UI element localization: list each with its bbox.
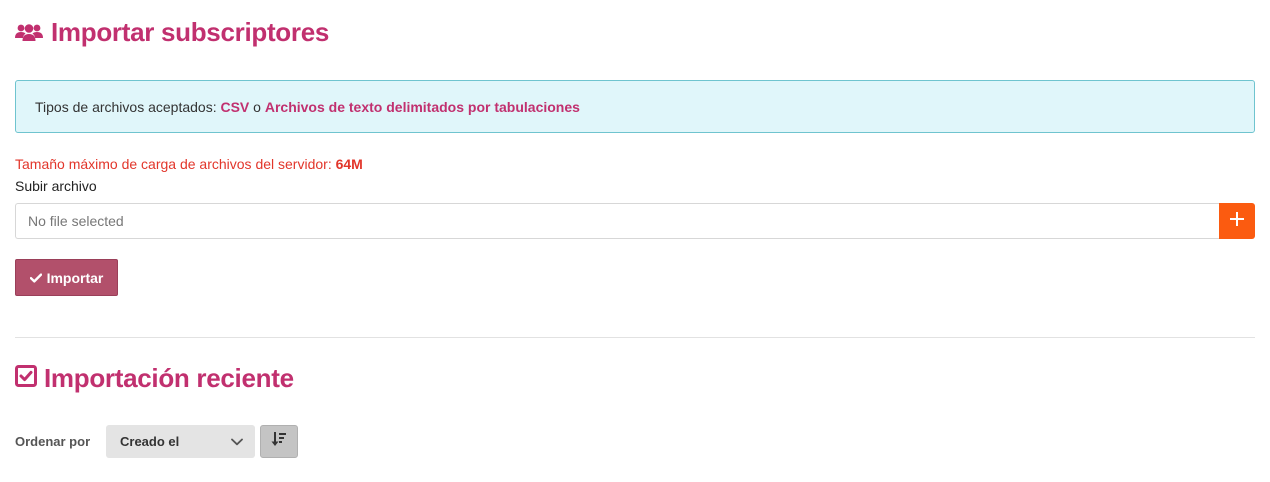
sort-field-value: Creado el: [120, 434, 180, 449]
recent-imports-title: Importación reciente: [15, 360, 294, 396]
page-title-text: Importar subscriptores: [51, 16, 330, 47]
sort-field-select[interactable]: Creado el: [106, 425, 255, 458]
sort-descending-icon: [271, 431, 287, 452]
checkbox-icon: [15, 363, 37, 394]
sort-direction-button[interactable]: [260, 425, 298, 458]
upload-file-label: Subir archivo: [15, 178, 97, 194]
section-divider: [15, 337, 1255, 338]
upload-limit-notice: Tamaño máximo de carga de archivos del s…: [15, 156, 363, 172]
check-icon: [29, 270, 42, 286]
page-title: Importar subscriptores: [15, 14, 329, 50]
accepted-types-label: Tipos de archivos aceptados:: [35, 98, 221, 115]
chevron-down-icon: [231, 434, 243, 449]
sort-by-label: Ordenar por: [15, 434, 91, 449]
types-separator: o: [249, 98, 265, 115]
users-icon: [15, 21, 43, 43]
upload-limit-label: Tamaño máximo de carga de archivos del s…: [15, 156, 336, 172]
tsv-link[interactable]: Archivos de texto delimitados por tabula…: [265, 99, 580, 115]
import-button[interactable]: Importar: [15, 259, 118, 296]
csv-link[interactable]: CSV: [220, 99, 249, 115]
upload-limit-value: 64M: [335, 156, 363, 172]
file-input[interactable]: No file selected: [15, 203, 1220, 239]
add-file-button[interactable]: [1219, 203, 1255, 239]
recent-imports-title-text: Importación reciente: [44, 362, 294, 393]
file-status-text: No file selected: [28, 213, 124, 229]
import-button-label: Importar: [46, 269, 104, 286]
accepted-file-types-alert: Tipos de archivos aceptados: CSV o Archi…: [15, 80, 1255, 133]
plus-icon: [1230, 211, 1244, 231]
